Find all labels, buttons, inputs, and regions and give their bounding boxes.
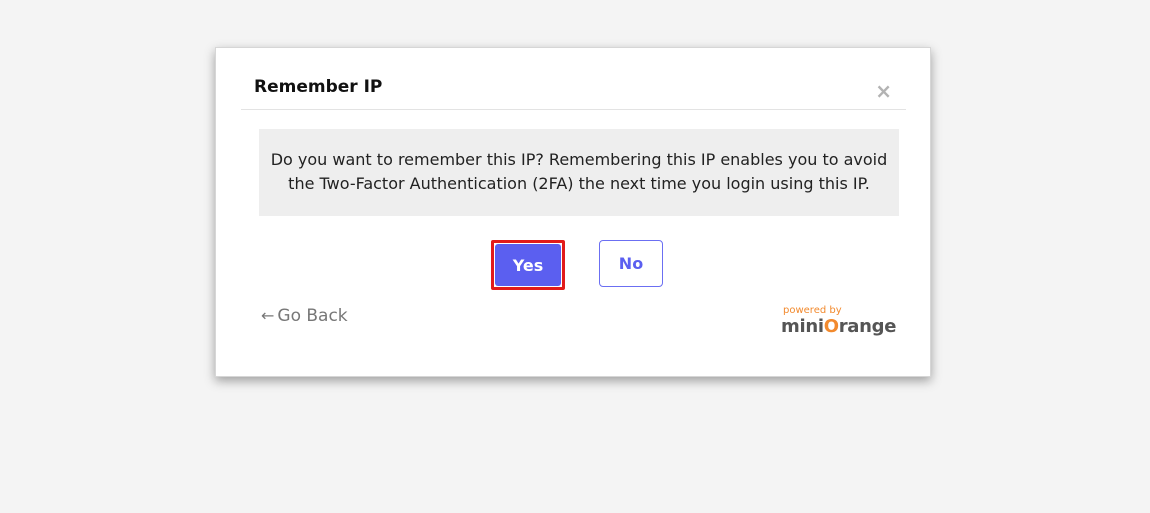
remember-ip-dialog: Remember IP × Do you want to remember th…: [215, 47, 931, 377]
brand-o-mark: O: [823, 316, 839, 337]
miniorange-logo: miniOrange: [781, 316, 896, 337]
close-icon[interactable]: ×: [875, 81, 892, 101]
yes-button-highlight: Yes: [491, 240, 565, 290]
go-back-label: Go Back: [277, 306, 348, 326]
arrow-left-icon: ←: [261, 306, 275, 325]
yes-button[interactable]: Yes: [495, 244, 561, 286]
go-back-link[interactable]: ← Go Back: [261, 306, 348, 326]
dialog-title: Remember IP: [254, 77, 383, 97]
powered-by-text: powered by: [783, 305, 842, 316]
dialog-message: Do you want to remember this IP? Remembe…: [259, 129, 899, 216]
no-button[interactable]: No: [599, 240, 663, 287]
powered-by-logo: powered by miniOrange: [781, 304, 901, 340]
brand-suffix: range: [838, 316, 897, 337]
dialog-header: Remember IP ×: [241, 48, 906, 110]
brand-prefix: mini: [781, 316, 824, 337]
